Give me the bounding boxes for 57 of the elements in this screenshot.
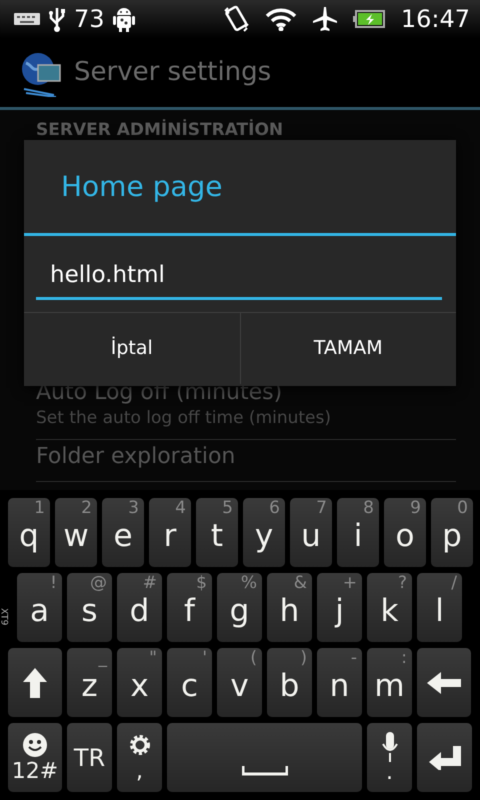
key[interactable]: 5 t	[196, 498, 238, 567]
key[interactable]: 0 p	[431, 498, 473, 567]
key[interactable]: ( v	[217, 648, 262, 717]
smiley-icon	[23, 732, 47, 756]
wifi-icon	[264, 7, 297, 31]
screen-title: Server settings	[74, 56, 272, 89]
clock: 16:47	[400, 7, 470, 31]
text-field[interactable]: hello.html	[36, 254, 442, 300]
android-icon	[112, 6, 135, 32]
space-bar-icon	[242, 766, 288, 776]
key[interactable]: $ f	[167, 573, 212, 642]
setting-title: Folder exploration	[36, 444, 236, 471]
key[interactable]: & h	[267, 573, 312, 642]
battery-percentage: 73	[74, 7, 105, 31]
key[interactable]: _ z	[67, 648, 112, 717]
enter-arrow-icon	[428, 746, 460, 770]
airplane-icon	[312, 6, 337, 32]
microphone-icon	[380, 732, 398, 762]
key[interactable]: 8 i	[337, 498, 379, 567]
key[interactable]: 1 q	[8, 498, 50, 567]
shift-arrow-icon	[23, 668, 47, 698]
key[interactable]: / l	[417, 573, 462, 642]
key[interactable]: ) b	[267, 648, 312, 717]
key[interactable]: 7 u	[290, 498, 332, 567]
battery-icon	[352, 10, 385, 28]
key[interactable]: " x	[117, 648, 162, 717]
symbols-key[interactable]: 12#	[8, 723, 62, 792]
settings-key[interactable]: ,	[117, 723, 162, 792]
dialog-button[interactable]: TAMAM	[240, 312, 456, 384]
key[interactable]: ! a	[17, 573, 62, 642]
key[interactable]: 4 r	[149, 498, 191, 567]
key[interactable]: @ s	[67, 573, 112, 642]
key[interactable]: ? k	[367, 573, 412, 642]
enter-key[interactable]	[417, 723, 472, 792]
dialog-title: Home page	[61, 168, 223, 204]
key[interactable]: 6 y	[243, 498, 285, 567]
input-mode-label: XT9	[0, 608, 10, 626]
key[interactable]: ' c	[167, 648, 212, 717]
microphone-key[interactable]: .	[367, 723, 412, 792]
language-key[interactable]: TR	[67, 723, 112, 792]
keyboard-icon	[14, 13, 40, 25]
key[interactable]: # d	[117, 573, 162, 642]
shift-key[interactable]	[8, 648, 62, 717]
vibrate-icon	[222, 5, 249, 33]
key[interactable]: % g	[217, 573, 262, 642]
key[interactable]: 3 e	[102, 498, 144, 567]
usb-icon	[48, 6, 66, 32]
key[interactable]: 2 w	[55, 498, 97, 567]
key[interactable]: - n	[317, 648, 362, 717]
key[interactable]: + j	[317, 573, 362, 642]
key[interactable]: : m	[367, 648, 412, 717]
dialog-button[interactable]: İptal	[24, 312, 240, 384]
left-arrow-icon	[427, 672, 461, 694]
backspace-key[interactable]	[417, 648, 471, 717]
key[interactable]: 9 o	[384, 498, 426, 567]
settings-icon	[128, 732, 152, 756]
setting-summary: Set the auto log off time (minutes)	[36, 406, 332, 430]
